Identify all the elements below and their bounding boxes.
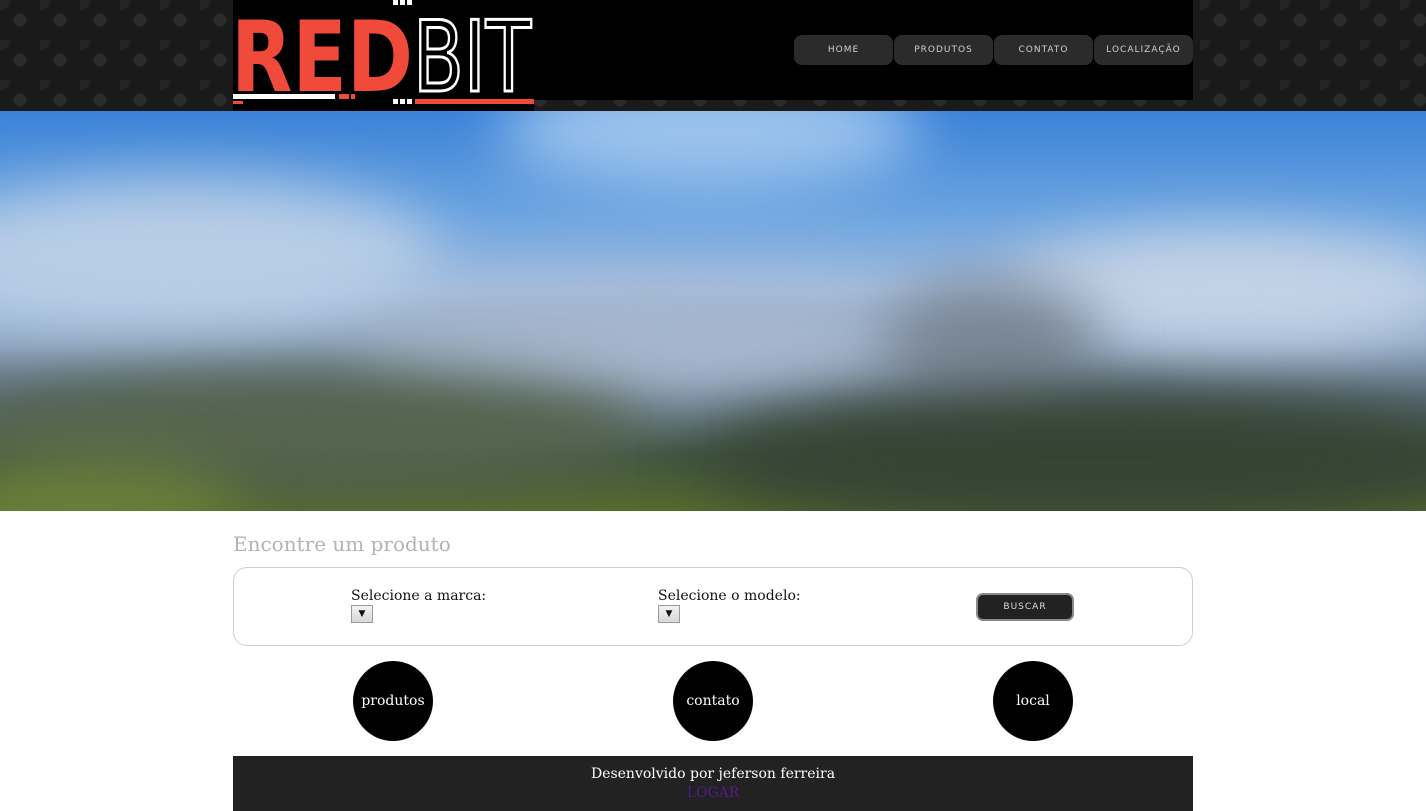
brand-label: Selecione a marca:	[351, 588, 487, 604]
main-nav: HOME PRODUTOS CONTATO LOCALIZAÇÃO	[794, 35, 1194, 65]
logo-bit-text: BIT	[413, 1, 532, 111]
brand-field: Selecione a marca: ▼	[351, 588, 486, 623]
redbit-logo[interactable]: RED BIT	[233, 0, 534, 111]
circle-link-produtos[interactable]: produtos	[353, 661, 433, 741]
footer: Desenvolvido por jeferson ferreira LOGAR	[233, 756, 1193, 811]
hero-banner-image	[0, 111, 1426, 511]
login-link[interactable]: LOGAR	[687, 785, 740, 801]
model-select[interactable]: ▼	[658, 605, 680, 623]
nav-localizacao[interactable]: LOCALIZAÇÃO	[1094, 35, 1193, 65]
search-title: Encontre um produto	[233, 532, 451, 556]
nav-home[interactable]: HOME	[794, 35, 893, 65]
footer-credit: Desenvolvido por jeferson ferreira	[590, 766, 836, 782]
search-form: Selecione a marca: ▼ Selecione o modelo:…	[233, 567, 1193, 646]
nav-contato[interactable]: CONTATO	[994, 35, 1093, 65]
nav-produtos[interactable]: PRODUTOS	[894, 35, 993, 65]
model-field: Selecione o modelo: ▼	[658, 588, 801, 623]
chevron-down-icon: ▼	[358, 609, 366, 619]
model-label: Selecione o modelo:	[658, 588, 801, 604]
brand-select[interactable]: ▼	[351, 605, 373, 623]
chevron-down-icon: ▼	[665, 609, 673, 619]
circle-link-local[interactable]: local	[993, 661, 1073, 741]
logo-graphic: RED BIT	[233, 0, 534, 111]
circle-link-contato[interactable]: contato	[673, 661, 753, 741]
buscar-button[interactable]: BUSCAR	[976, 593, 1074, 621]
